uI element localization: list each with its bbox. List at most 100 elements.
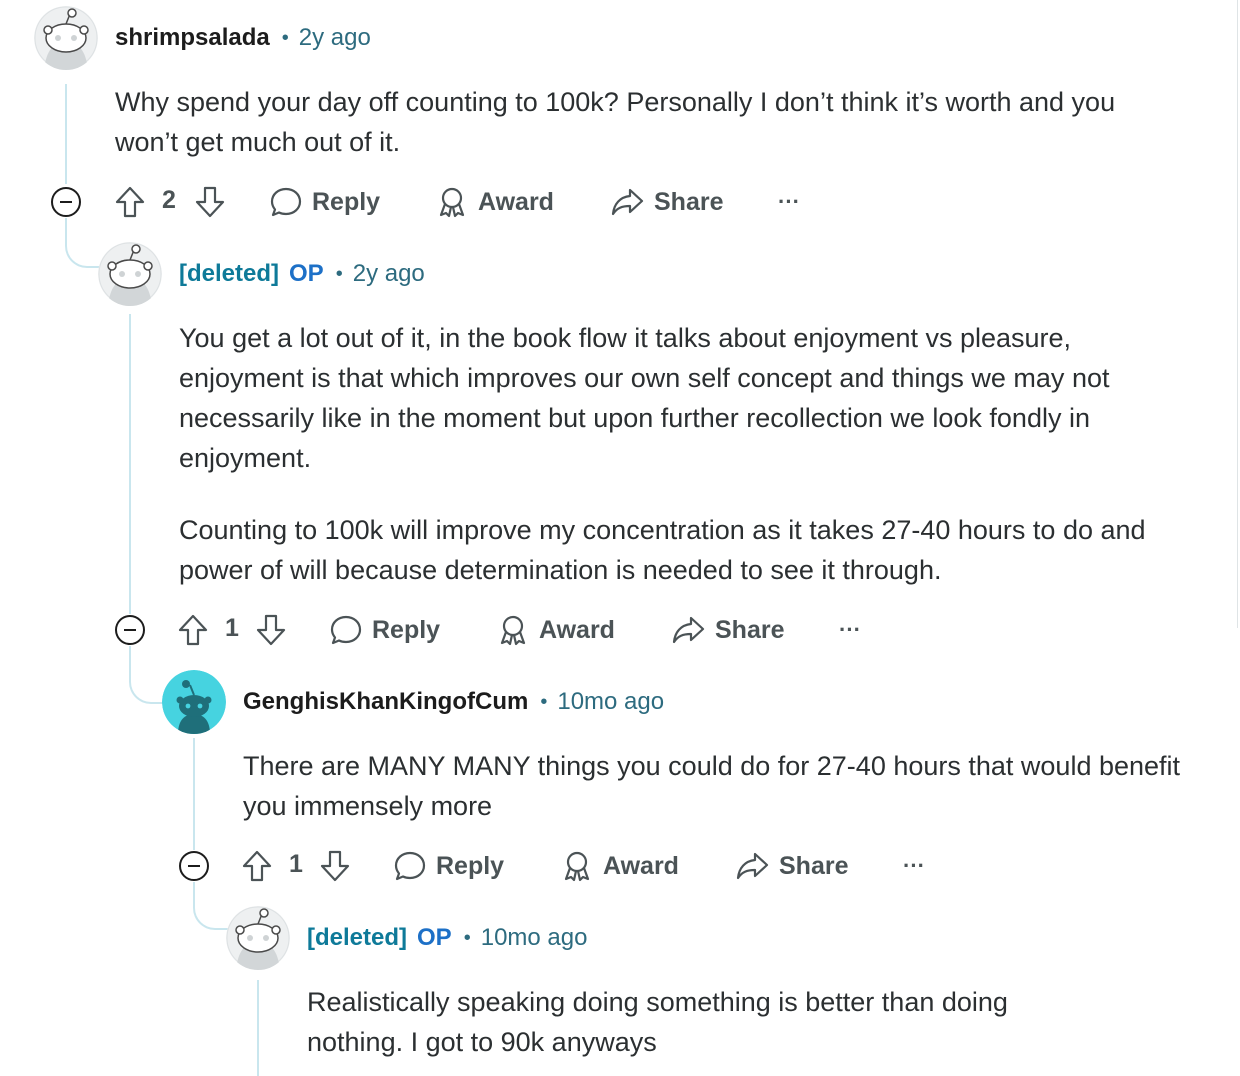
share-label: Share — [779, 851, 849, 880]
arrow-up-outline-icon — [115, 186, 145, 218]
collapse-button[interactable] — [114, 614, 146, 646]
reply-button[interactable]: Reply — [270, 184, 380, 220]
vote-count: 1 — [289, 850, 303, 878]
meta-separator: • — [335, 262, 343, 285]
comment-paragraph: Counting to 100k will improve my concent… — [179, 515, 1146, 585]
comment-meta: shrimpsalada • 2y ago — [115, 23, 371, 53]
avatar[interactable] — [162, 670, 226, 734]
comment-actions: 1 Reply Award Share ··· — [241, 848, 961, 884]
comment-meta: [deleted] OP • 2y ago — [179, 259, 425, 289]
avatar[interactable] — [226, 906, 290, 970]
minus-circle-icon — [179, 851, 209, 881]
share-label: Share — [715, 615, 785, 644]
collapse-button[interactable] — [178, 850, 210, 882]
vote-count: 2 — [162, 186, 176, 214]
arrow-down-outline-icon — [195, 186, 225, 218]
timestamp[interactable]: 2y ago — [299, 24, 371, 52]
snoo-gray-avatar-icon — [226, 906, 290, 970]
comment-actions: 2 Reply Award Share ··· — [114, 184, 834, 220]
comment-body: Why spend your day off counting to 100k?… — [115, 82, 1175, 162]
ellipsis-icon: ··· — [903, 853, 925, 878]
award-ribbon-icon — [439, 187, 465, 218]
share-button[interactable]: Share — [610, 184, 723, 220]
share-arrow-icon — [611, 188, 644, 216]
username: [deleted] — [307, 924, 408, 951]
downvote-button[interactable] — [255, 612, 287, 648]
op-badge: OP — [417, 924, 452, 951]
share-arrow-icon — [672, 616, 705, 644]
reply-button[interactable]: Reply — [330, 612, 440, 648]
comment-paragraph: There are MANY MANY things you could do … — [243, 751, 1181, 821]
op-badge: OP — [289, 260, 324, 287]
more-options-button[interactable]: ··· — [839, 612, 861, 648]
award-button[interactable]: Award — [561, 848, 679, 884]
arrow-down-outline-icon — [320, 850, 350, 882]
upvote-button[interactable] — [177, 612, 209, 648]
award-label: Award — [539, 615, 615, 644]
minus-circle-icon — [51, 187, 81, 217]
collapse-button[interactable] — [50, 186, 82, 218]
username: [deleted] — [179, 260, 280, 287]
comment-meta: [deleted] OP • 10mo ago — [307, 923, 587, 953]
downvote-button[interactable] — [194, 184, 226, 220]
comment-meta: GenghisKhanKingofCum • 10mo ago — [243, 687, 664, 717]
speech-bubble-icon — [394, 851, 426, 881]
upvote-button[interactable] — [241, 848, 273, 884]
share-arrow-icon — [736, 852, 769, 880]
vote-count: 1 — [225, 614, 239, 642]
thread-elbow-level-3 — [193, 882, 231, 930]
thread-elbow-level-2 — [129, 646, 167, 704]
timestamp[interactable]: 2y ago — [353, 260, 425, 288]
speech-bubble-icon — [270, 187, 302, 217]
snoo-gray-avatar-icon — [98, 242, 162, 306]
ellipsis-icon: ··· — [778, 189, 800, 214]
reply-button[interactable]: Reply — [394, 848, 504, 884]
speech-bubble-icon — [330, 615, 362, 645]
share-button[interactable]: Share — [735, 848, 848, 884]
username[interactable]: shrimpsalada — [115, 24, 270, 52]
snoo-teal-avatar-icon — [162, 670, 226, 734]
comment-actions: 1 Reply Award Share ··· — [177, 612, 897, 648]
award-button[interactable]: Award — [436, 184, 554, 220]
timestamp[interactable]: 10mo ago — [481, 924, 588, 952]
ellipsis-icon: ··· — [839, 617, 861, 642]
thread-line-level-4 — [257, 980, 259, 1076]
arrow-down-outline-icon — [256, 614, 286, 646]
page-edge-divider — [1237, 0, 1238, 628]
award-label: Award — [603, 851, 679, 880]
minus-circle-icon — [115, 615, 145, 645]
timestamp[interactable]: 10mo ago — [557, 688, 664, 716]
more-options-button[interactable]: ··· — [903, 848, 925, 884]
meta-separator: • — [463, 926, 471, 949]
award-label: Award — [478, 187, 554, 216]
share-button[interactable]: Share — [671, 612, 784, 648]
username[interactable]: GenghisKhanKingofCum — [243, 688, 528, 716]
award-ribbon-icon — [564, 851, 590, 882]
reply-label: Reply — [372, 615, 441, 644]
thread-line-level-3 — [193, 738, 195, 850]
reply-label: Reply — [436, 851, 505, 880]
comment-body: Realistically speaking doing something i… — [307, 982, 1107, 1062]
avatar[interactable] — [98, 242, 162, 306]
meta-separator: • — [540, 690, 548, 713]
comment-paragraph: Realistically speaking doing something i… — [307, 987, 1008, 1057]
arrow-up-outline-icon — [178, 614, 208, 646]
comment-body: You get a lot out of it, in the book flo… — [179, 318, 1179, 590]
meta-separator: • — [281, 26, 289, 49]
snoo-gray-avatar-icon — [34, 6, 98, 70]
thread-line-level-1 — [65, 84, 67, 184]
more-options-button[interactable]: ··· — [778, 184, 800, 220]
thread-line-level-2 — [129, 314, 131, 614]
avatar[interactable] — [34, 6, 98, 70]
reply-label: Reply — [312, 187, 381, 216]
share-label: Share — [654, 187, 724, 216]
award-button[interactable]: Award — [497, 612, 615, 648]
upvote-button[interactable] — [114, 184, 146, 220]
arrow-up-outline-icon — [242, 850, 272, 882]
thread-elbow-level-1 — [65, 218, 103, 268]
award-ribbon-icon — [500, 615, 526, 646]
comment-paragraph: You get a lot out of it, in the book flo… — [179, 323, 1110, 473]
comment-body: There are MANY MANY things you could do … — [243, 746, 1183, 826]
comment-paragraph: Why spend your day off counting to 100k?… — [115, 87, 1116, 157]
downvote-button[interactable] — [319, 848, 351, 884]
